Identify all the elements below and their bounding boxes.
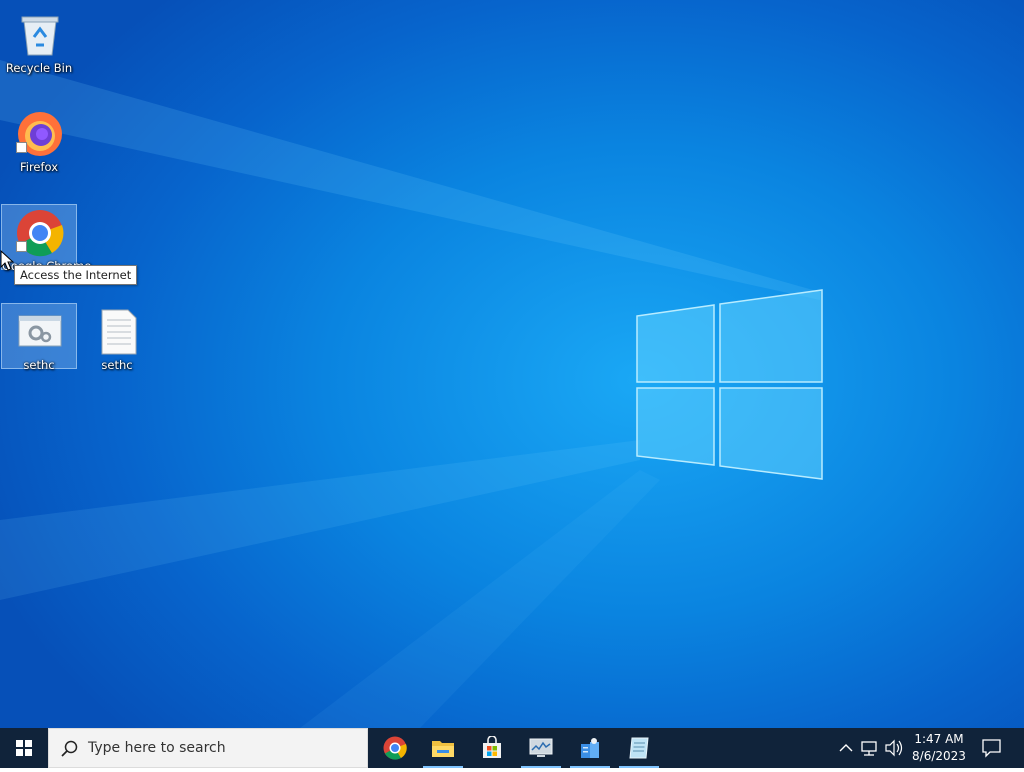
folder-icon (432, 741, 454, 757)
taskbar-app-server-manager[interactable] (567, 728, 613, 768)
taskbar-clock[interactable]: 1:47 AM 8/6/2023 (905, 731, 973, 765)
desktop-icon-label: sethc (101, 358, 133, 372)
action-center-button[interactable] (979, 728, 1005, 768)
recycle-bin-icon (21, 16, 59, 56)
server-manager-icon (581, 738, 599, 758)
desktop-icon-label: Firefox (19, 160, 59, 174)
search-placeholder: Type here to search (88, 740, 226, 756)
mouse-cursor-icon (0, 250, 14, 271)
settings-program-icon (18, 315, 62, 347)
search-box[interactable]: Type here to search (48, 728, 368, 768)
chrome-icon (383, 736, 407, 760)
store-icon (483, 736, 501, 758)
text-document-icon (101, 309, 137, 355)
monitor-icon (529, 738, 553, 757)
desktop-icon-sethc-program[interactable]: sethc (1, 303, 77, 372)
network-status-button[interactable] (859, 728, 881, 768)
taskbar-app-notepad[interactable] (616, 728, 662, 768)
show-desktop-button[interactable] (1018, 728, 1024, 768)
notification-icon (982, 739, 1001, 758)
volume-button[interactable] (883, 728, 905, 768)
chevron-up-icon (839, 744, 853, 752)
desktop-icon-label: Recycle Bin (5, 61, 73, 75)
desktop[interactable]: Recycle Bin Firefox Google Chrome (0, 0, 1024, 728)
desktop-icon-sethc-document[interactable]: sethc (79, 303, 155, 372)
shortcut-arrow-icon (16, 142, 27, 153)
start-button[interactable] (0, 728, 48, 768)
clock-time: 1:47 AM (914, 732, 964, 746)
taskbar-app-task-manager[interactable] (518, 728, 564, 768)
network-icon (861, 741, 877, 756)
tooltip: Access the Internet (14, 265, 138, 285)
taskbar: Type here to search 1:47 AM 8/6/2023 (0, 728, 1024, 768)
clock-date: 8/6/2023 (912, 749, 966, 763)
taskbar-app-file-explorer[interactable] (420, 728, 466, 768)
desktop-icon-recycle-bin[interactable]: Recycle Bin (1, 6, 77, 75)
taskbar-app-microsoft-store[interactable] (469, 728, 515, 768)
show-hidden-icons-button[interactable] (836, 728, 856, 768)
search-icon (61, 740, 78, 757)
speaker-icon (885, 739, 903, 757)
windows-start-icon (16, 740, 32, 756)
notepad-icon (629, 737, 649, 759)
shortcut-arrow-icon (16, 241, 27, 252)
desktop-icon-label: sethc (23, 358, 55, 372)
taskbar-app-chrome[interactable] (372, 728, 418, 768)
desktop-icon-firefox[interactable]: Firefox (1, 105, 77, 174)
